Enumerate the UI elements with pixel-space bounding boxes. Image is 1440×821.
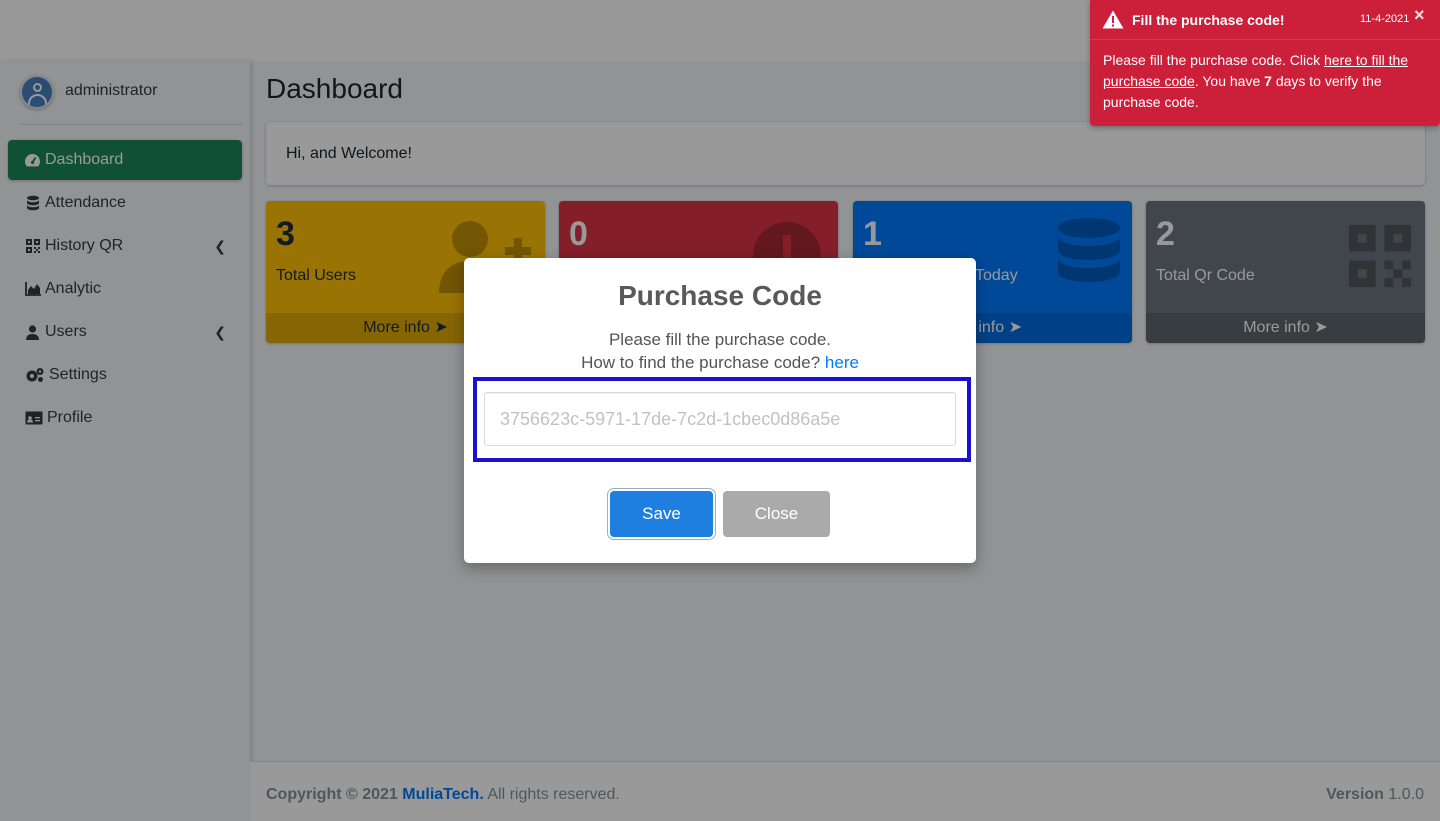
toast-header: Fill the purchase code! 11-4-2021 × xyxy=(1090,0,1440,40)
close-button[interactable]: Close xyxy=(723,491,830,537)
here-link[interactable]: here xyxy=(825,353,859,372)
toast-days: 7 xyxy=(1264,73,1272,89)
modal-text: Please fill the purchase code. How to fi… xyxy=(464,328,976,374)
modal-line-2: How to find the purchase code? here xyxy=(464,351,976,374)
toast-text-1: Please fill the purchase code. Click xyxy=(1103,52,1321,68)
warning-icon xyxy=(1102,10,1124,34)
purchase-code-toast: Fill the purchase code! 11-4-2021 × Plea… xyxy=(1090,0,1440,126)
toast-title: Fill the purchase code! xyxy=(1132,12,1285,28)
toast-date: 11-4-2021 xyxy=(1360,13,1410,25)
toast-body: Please fill the purchase code. Click her… xyxy=(1103,50,1428,113)
modal-line-1: Please fill the purchase code. xyxy=(608,330,832,349)
toast-text-2: . You have xyxy=(1194,73,1261,89)
toast-close-button[interactable]: × xyxy=(1414,5,1425,26)
modal-line-2-text: How to find the purchase code? xyxy=(581,353,821,372)
modal-title: Purchase Code xyxy=(618,280,822,311)
save-button[interactable]: Save xyxy=(610,491,713,537)
purchase-code-input[interactable] xyxy=(484,392,956,446)
purchase-code-modal: Purchase Code Please fill the purchase c… xyxy=(464,258,976,563)
